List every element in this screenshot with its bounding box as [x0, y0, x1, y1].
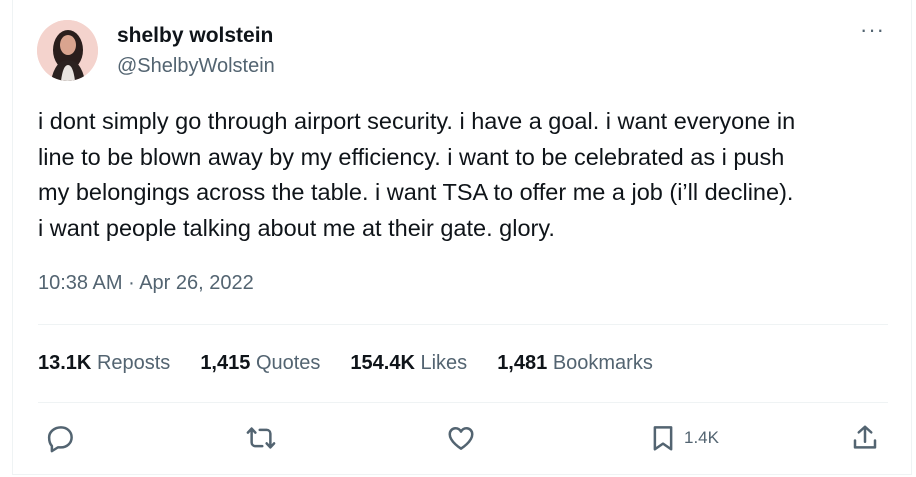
reply-button[interactable]: [46, 423, 76, 453]
more-options-icon[interactable]: ···: [860, 19, 885, 41]
tweet-timestamp: 10:38 AM · Apr 26, 2022: [38, 272, 254, 295]
bookmarks-label: Bookmarks: [552, 352, 653, 374]
likes-stat[interactable]: 154.4K Likes: [350, 352, 467, 375]
reposts-stat[interactable]: 13.1K Reposts: [38, 352, 170, 375]
share-icon: [853, 425, 877, 449]
bookmark-count: 1.4K: [684, 428, 719, 447]
repost-icon: [246, 427, 276, 449]
likes-count: 154.4K: [350, 352, 415, 374]
quotes-stat[interactable]: 1,415 Quotes: [200, 352, 320, 375]
author-handle[interactable]: @ShelbyWolstein: [117, 55, 275, 78]
tweet-stats: 13.1K Reposts 1,415 Quotes 154.4K Likes …: [38, 352, 683, 375]
reposts-count: 13.1K: [38, 352, 92, 374]
heart-icon: [448, 427, 474, 450]
divider: [38, 402, 888, 403]
divider: [38, 324, 888, 325]
share-button[interactable]: [850, 423, 880, 453]
tweet-date[interactable]: Apr 26, 2022: [139, 272, 254, 294]
repost-button[interactable]: [246, 423, 276, 453]
likes-label: Likes: [420, 352, 468, 374]
reply-icon: [47, 426, 73, 453]
avatar-image: [37, 20, 98, 81]
quotes-count: 1,415: [200, 352, 251, 374]
quotes-label: Quotes: [255, 352, 321, 374]
bookmarks-count: 1,481: [497, 352, 548, 374]
author-name[interactable]: shelby wolstein: [117, 24, 273, 48]
tweet-text: i dont simply go through airport securit…: [38, 108, 796, 241]
reposts-label: Reposts: [96, 352, 171, 374]
avatar[interactable]: [37, 20, 98, 81]
bookmarks-stat[interactable]: 1,481 Bookmarks: [497, 352, 653, 375]
tweet-time[interactable]: 10:38 AM: [38, 272, 123, 294]
like-button[interactable]: [446, 423, 476, 453]
bookmark-icon: [653, 426, 673, 451]
timestamp-separator: ·: [122, 272, 140, 294]
bookmark-button[interactable]: 1.4K: [648, 423, 719, 453]
